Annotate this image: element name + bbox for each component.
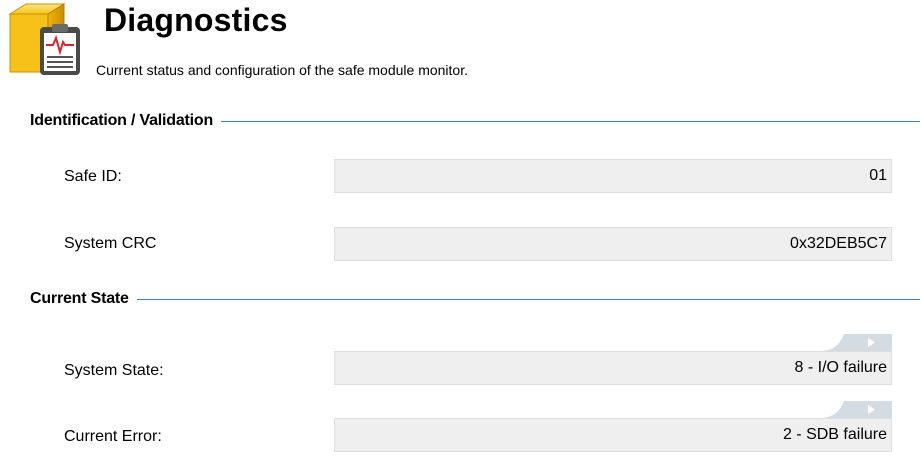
section-title: Identification / Validation [30, 112, 214, 129]
system-state-label: System State: [64, 362, 164, 379]
current-error-label: Current Error: [64, 428, 162, 445]
page-subtitle: Current status and configuration of the … [96, 62, 468, 78]
section-current-state: Current State [30, 288, 920, 310]
system-crc-field[interactable]: 0x32DEB5C7 [334, 227, 892, 261]
safe-id-field[interactable]: 01 [334, 159, 892, 193]
section-divider [221, 120, 920, 122]
section-identification-validation: Identification / Validation [30, 110, 920, 132]
safe-id-label: Safe ID: [64, 168, 122, 185]
section-title: Current State [30, 290, 129, 307]
expand-tab-icon[interactable] [820, 401, 892, 418]
section-divider [136, 298, 920, 300]
current-error-field[interactable]: 2 - SDB failure [334, 418, 892, 452]
expand-tab-icon[interactable] [820, 334, 892, 351]
system-state-field[interactable]: 8 - I/O failure [334, 351, 892, 385]
diagnostics-clipboard-icon [8, 3, 80, 75]
system-crc-label: System CRC [64, 235, 157, 252]
page-title: Diagnostics [104, 2, 288, 38]
